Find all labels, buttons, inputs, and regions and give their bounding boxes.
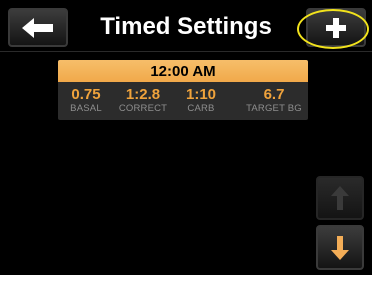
time-segment-row[interactable]: 12:00 AM 0.75 BASAL 1:2.8 CORRECT 1:10 C… xyxy=(58,60,308,120)
page-title: Timed Settings xyxy=(100,13,272,40)
header-divider xyxy=(0,51,372,52)
left-arrow-icon xyxy=(22,17,54,38)
target-bg-value: 6.7 xyxy=(263,86,285,103)
carb-label: CARB xyxy=(187,103,215,114)
scroll-down-button[interactable] xyxy=(316,225,364,270)
carb-column: 1:10 CARB xyxy=(166,87,236,115)
target-bg-label: TARGET BG xyxy=(246,103,302,114)
back-button[interactable] xyxy=(8,8,68,47)
target-bg-column: 6.7 TARGET BG xyxy=(239,87,308,115)
pump-screen: Timed Settings 12:00 AM 0.75 BASAL 1:2.8… xyxy=(0,0,372,275)
down-arrow-icon xyxy=(331,235,349,260)
segment-start-time: 12:00 AM xyxy=(58,60,308,82)
segment-values: 0.75 BASAL 1:2.8 CORRECT 1:10 CARB 6.7 T… xyxy=(58,82,308,120)
up-arrow-icon xyxy=(331,186,349,210)
scroll-up-button[interactable] xyxy=(316,176,364,220)
carb-value: 1:10 xyxy=(185,86,217,103)
plus-icon xyxy=(326,17,346,38)
add-segment-button[interactable] xyxy=(306,8,366,47)
